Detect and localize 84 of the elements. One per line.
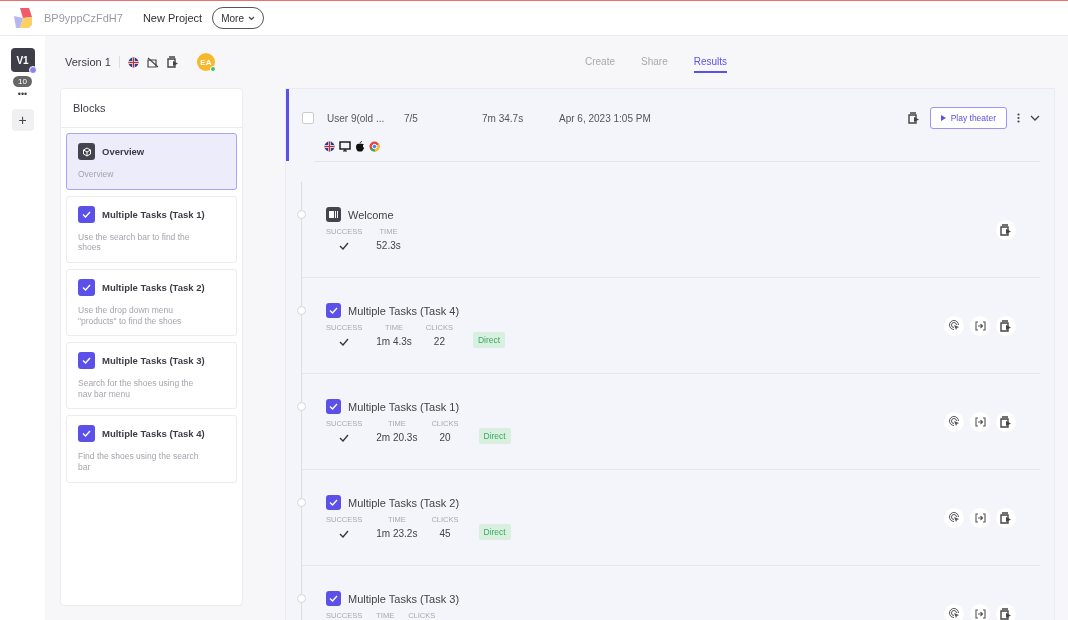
metric-value: 45 xyxy=(439,528,451,541)
flag-icon xyxy=(127,56,139,68)
timeline-node xyxy=(297,594,306,603)
checkbox-icon xyxy=(326,303,341,318)
checkbox-icon xyxy=(326,591,341,606)
block-description: Use the drop down menu "products" to find the shoes xyxy=(78,304,183,327)
metric-value: 22 xyxy=(433,336,445,349)
click-target-icon[interactable] xyxy=(944,315,964,336)
play-icon xyxy=(940,115,946,121)
metric-value: 2m 20.3s xyxy=(376,432,418,445)
block-card[interactable]: Multiple Tasks (Task 1) Use the search bar to find the shoes xyxy=(66,195,237,263)
block-title: Overview xyxy=(102,146,145,157)
step-title: Multiple Tasks (Task 4) xyxy=(348,304,460,317)
block-description: Overview xyxy=(78,169,115,180)
recording-icon[interactable] xyxy=(996,315,1016,336)
timeline-node xyxy=(297,498,306,507)
duration: 7m 34.7s xyxy=(482,112,525,124)
date: Apr 6, 2023 1:05 PM xyxy=(559,112,652,124)
click-target-icon[interactable] xyxy=(944,603,964,620)
checkbox-icon xyxy=(326,495,341,510)
chevron-down-icon[interactable] xyxy=(1030,115,1040,121)
click-target-icon[interactable] xyxy=(944,507,964,528)
recording-icon[interactable] xyxy=(996,411,1016,432)
add-button[interactable]: + xyxy=(11,109,34,131)
monitor-icon xyxy=(339,141,351,152)
step-title: Multiple Tasks (Task 2) xyxy=(348,496,460,509)
more-button[interactable]: More xyxy=(212,7,264,29)
count-badge: 10 xyxy=(13,76,32,87)
score: 7/5 xyxy=(404,112,419,124)
flag-icon xyxy=(324,141,335,152)
recording-icon xyxy=(166,56,179,68)
block-description: Search for the shoes using the nav bar menu xyxy=(78,378,195,400)
tab[interactable]: Results xyxy=(693,51,728,73)
block-title: Multiple Tasks (Task 4) xyxy=(102,428,205,440)
path-badge: Direct xyxy=(478,428,511,444)
online-dot xyxy=(209,66,216,72)
checkbox-icon xyxy=(78,352,95,370)
block-card[interactable]: Multiple Tasks (Task 2) Use the drop down menu "products" to find the shoes xyxy=(66,268,237,337)
block-card[interactable]: Multiple Tasks (Task 3) Search for the shoes using the nav bar menu xyxy=(66,342,237,410)
chevron-down-icon xyxy=(247,15,255,21)
cube-icon xyxy=(78,143,95,160)
checkbox-icon xyxy=(78,205,95,223)
block-description: Use the search bar to find the shoes xyxy=(78,231,191,253)
recording-icon[interactable] xyxy=(996,603,1016,620)
timeline-node xyxy=(297,210,306,219)
checkbox-icon xyxy=(326,399,341,414)
logo-icon[interactable] xyxy=(12,7,34,29)
play-theater-button[interactable]: Play theater xyxy=(929,107,1007,129)
camera-off-icon xyxy=(146,56,159,68)
block-title: Multiple Tasks (Task 3) xyxy=(102,355,205,367)
metric-value: 52.3s xyxy=(376,240,401,253)
metric-value: 20 xyxy=(439,432,451,445)
step-title: Welcome xyxy=(348,208,394,221)
welcome-icon xyxy=(326,207,341,222)
version-label: Version 1 xyxy=(65,56,111,68)
timeline-node xyxy=(297,306,306,315)
block-description: Find the shoes using the search bar xyxy=(78,451,200,473)
status-dot xyxy=(28,66,37,74)
user-name: User 9(old ... xyxy=(327,112,386,124)
recording-icon[interactable] xyxy=(996,507,1016,528)
apple-icon xyxy=(355,141,365,152)
checkbox-icon xyxy=(78,425,95,443)
block-title: Multiple Tasks (Task 1) xyxy=(102,208,205,220)
chrome-icon xyxy=(369,141,380,152)
metric-value: 1m 4.3s xyxy=(376,336,412,349)
kebab-menu-icon[interactable] xyxy=(1017,113,1020,123)
project-name: New Project xyxy=(142,12,203,24)
step-title: Multiple Tasks (Task 3) xyxy=(348,592,460,605)
timeline-node xyxy=(297,402,306,411)
more-icon[interactable]: ••• xyxy=(17,89,28,99)
path-badge: Direct xyxy=(478,524,511,540)
block-card[interactable]: Multiple Tasks (Task 4) Find the shoes using the search bar xyxy=(66,415,237,483)
step-title: Multiple Tasks (Task 1) xyxy=(348,400,460,413)
recording-icon[interactable] xyxy=(907,112,920,124)
block-title: Multiple Tasks (Task 2) xyxy=(102,281,205,293)
block-card[interactable]: Overview Overview xyxy=(66,133,237,190)
checkbox[interactable] xyxy=(302,112,314,124)
metric-value: 1m 23.2s xyxy=(376,528,418,541)
checkbox-icon xyxy=(78,278,95,296)
path-badge: Direct xyxy=(472,332,506,348)
recording-icon[interactable] xyxy=(996,219,1016,240)
click-target-icon[interactable] xyxy=(944,411,964,432)
version-tile[interactable]: V1 xyxy=(10,48,35,72)
panel-title: Blocks xyxy=(61,89,242,128)
